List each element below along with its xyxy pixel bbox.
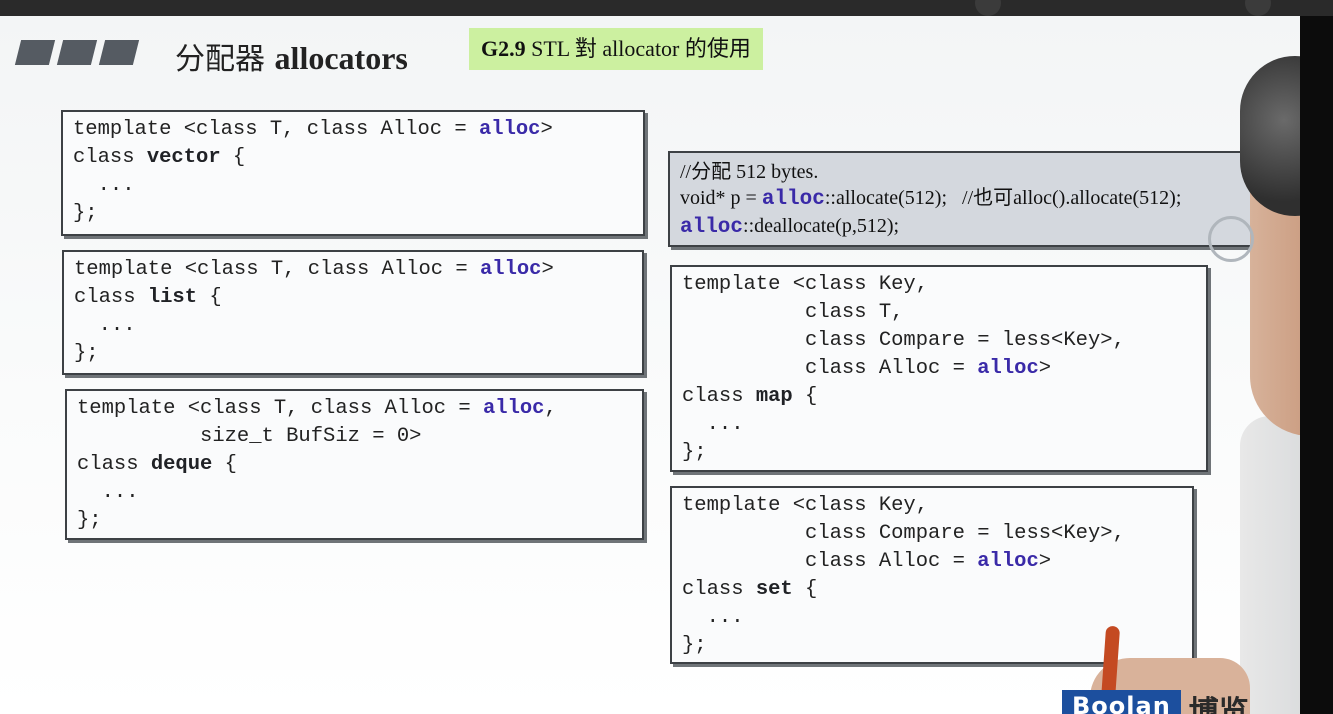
code-text: template <class T, class Alloc = — [74, 258, 480, 281]
code-box-map: template <class Key, class T, class Comp… — [670, 265, 1208, 472]
class-name: deque — [150, 453, 213, 476]
alloc-keyword: alloc — [479, 258, 542, 281]
player-button-icon[interactable] — [975, 0, 1001, 16]
code-text: { — [792, 578, 818, 601]
video-top-bar — [0, 0, 1333, 16]
code-text: ... — [682, 606, 744, 629]
code-text: class — [682, 578, 756, 601]
presenter-glasses — [1208, 216, 1254, 262]
code-text: ... — [682, 413, 744, 436]
note-text: void* p = — [680, 187, 762, 209]
code-box-deque: template <class T, class Alloc = alloc, … — [65, 389, 644, 540]
subtitle-text: STL 對 allocator 的使用 — [525, 36, 751, 61]
note-comment: //分配 512 bytes. — [680, 161, 819, 183]
watermark-logo: Boolan 博览 — [1062, 688, 1249, 714]
code-text: }; — [74, 342, 99, 365]
code-text: , — [544, 397, 557, 420]
title-cn: 分配器 — [175, 42, 265, 77]
code-text: }; — [73, 202, 98, 225]
class-name: list — [147, 286, 198, 309]
subtitle-version: G2.9 — [481, 36, 526, 61]
code-text: }; — [77, 509, 102, 532]
alloc-keyword: alloc — [977, 357, 1039, 380]
code-text: ... — [73, 174, 135, 197]
code-text: > — [1038, 357, 1052, 380]
alloc-keyword: alloc — [761, 188, 825, 211]
slide-title: 分配器 allocators — [175, 34, 408, 78]
class-name: map — [755, 385, 793, 408]
code-text: class T, — [682, 301, 904, 324]
code-text: { — [212, 453, 237, 476]
code-text: class — [73, 146, 147, 169]
code-text: class Compare = less<Key>, — [682, 329, 1125, 352]
watermark-brand-cn: 博览 — [1188, 695, 1249, 714]
code-text: class Alloc = — [682, 550, 978, 573]
presenter-hair — [1240, 56, 1300, 216]
presenter-overlay — [1200, 56, 1300, 714]
title-en: allocators — [274, 40, 408, 76]
slide: 分配器 allocators G2.9 STL 對 allocator 的使用 … — [0, 16, 1300, 714]
player-button-icon[interactable] — [1245, 0, 1271, 16]
code-text: template <class T, class Alloc = — [77, 397, 483, 420]
presenter-shirt — [1240, 416, 1300, 714]
class-name: vector — [146, 146, 221, 169]
code-text: template <class T, class Alloc = — [73, 118, 479, 141]
code-text: template <class Key, — [682, 494, 929, 517]
alloc-keyword: alloc — [478, 118, 541, 141]
code-text: > — [1038, 550, 1052, 573]
code-text: class Alloc = — [682, 357, 978, 380]
code-text: ... — [77, 481, 139, 504]
code-text: ... — [74, 314, 136, 337]
watermark-brand: Boolan — [1062, 690, 1181, 714]
note-text: ::deallocate(p,512); — [743, 215, 900, 237]
code-text: class — [77, 453, 151, 476]
code-text: class Compare = less<Key>, — [682, 522, 1125, 545]
code-text: class — [74, 286, 148, 309]
code-text: { — [197, 286, 222, 309]
code-text: template <class Key, — [682, 273, 929, 296]
code-text: { — [792, 385, 818, 408]
code-text: size_t BufSiz = 0> — [77, 425, 422, 448]
alloc-keyword: alloc — [977, 550, 1039, 573]
code-text: > — [541, 258, 554, 281]
alloc-keyword: alloc — [680, 216, 744, 239]
class-name: set — [755, 578, 793, 601]
code-text: }; — [682, 634, 707, 657]
code-text: class — [682, 385, 756, 408]
code-text: { — [220, 146, 246, 169]
code-text: }; — [682, 441, 707, 464]
code-box-list: template <class T, class Alloc = alloc> … — [62, 250, 644, 375]
code-text: > — [540, 118, 553, 141]
note-text: ::allocate(512); //也可alloc().allocate(51… — [824, 187, 1182, 209]
code-box-vector: template <class T, class Alloc = alloc> … — [61, 110, 645, 236]
allocate-usage-note: //分配 512 bytes. void* p = alloc::allocat… — [668, 151, 1268, 247]
subtitle-badge: G2.9 STL 對 allocator 的使用 — [469, 28, 763, 70]
alloc-keyword: alloc — [482, 397, 545, 420]
